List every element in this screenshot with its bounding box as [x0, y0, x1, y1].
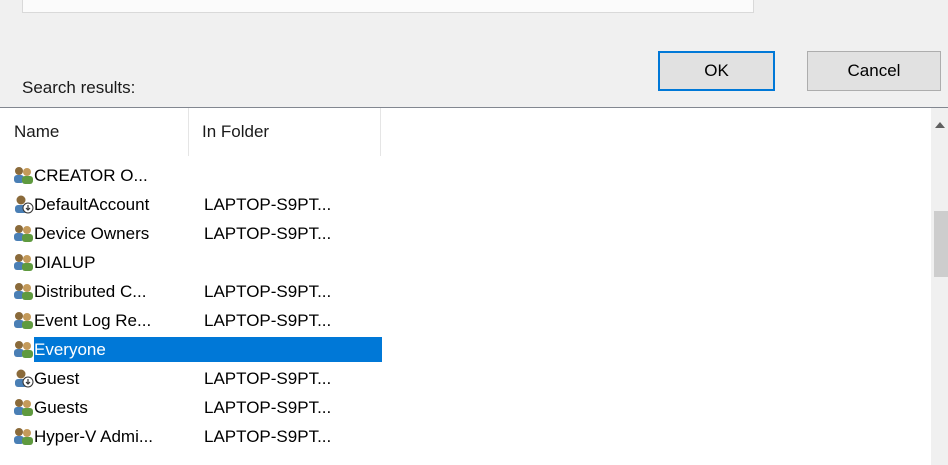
vertical-scrollbar[interactable]: [931, 108, 948, 465]
result-name: Hyper-V Admi...: [34, 426, 154, 446]
result-folder: LAPTOP-S9PT...: [204, 310, 332, 330]
result-row[interactable]: DefaultAccount LAPTOP-S9PT...: [0, 190, 940, 219]
group-icon: [12, 396, 34, 418]
result-folder: LAPTOP-S9PT...: [204, 194, 332, 214]
result-name: Guest: [34, 368, 80, 388]
column-header-in-folder[interactable]: In Folder: [190, 108, 381, 156]
criteria-panel: [22, 0, 754, 13]
result-folder: LAPTOP-S9PT...: [204, 281, 332, 301]
result-name: Event Log Re...: [34, 310, 152, 330]
search-results-label: Search results:: [22, 78, 136, 97]
group-icon: [12, 222, 34, 244]
result-name: Device Owners: [34, 223, 150, 243]
result-name: Guests: [34, 397, 88, 417]
result-row[interactable]: Everyone: [0, 335, 940, 364]
result-folder: LAPTOP-S9PT...: [204, 223, 332, 243]
user-icon: [12, 193, 34, 215]
results-rows: CREATOR O... DefaultAccount LAPTOP-S9PT...…: [0, 161, 940, 451]
result-row[interactable]: Guests LAPTOP-S9PT...: [0, 393, 940, 422]
group-icon: [12, 425, 34, 447]
cancel-button[interactable]: Cancel: [807, 51, 941, 91]
result-folder: LAPTOP-S9PT...: [204, 368, 332, 388]
result-row[interactable]: Distributed C... LAPTOP-S9PT...: [0, 277, 940, 306]
group-icon: [12, 251, 34, 273]
group-icon: [12, 338, 34, 360]
column-header-name[interactable]: Name: [0, 108, 189, 156]
result-name: CREATOR O...: [34, 165, 148, 185]
group-icon: [12, 164, 34, 186]
search-results-list[interactable]: Name In Folder CREATOR O... DefaultAccoun…: [0, 107, 948, 465]
result-name: Distributed C...: [34, 281, 147, 301]
result-row[interactable]: Hyper-V Admi... LAPTOP-S9PT...: [0, 422, 940, 451]
result-row[interactable]: CREATOR O...: [0, 161, 940, 190]
result-name: DIALUP: [34, 252, 96, 272]
result-folder: LAPTOP-S9PT...: [204, 397, 332, 417]
select-users-dialog: Search results: OK Cancel Name In Folder…: [0, 0, 948, 465]
user-icon: [12, 367, 34, 389]
group-icon: [12, 309, 34, 331]
result-folder: LAPTOP-S9PT...: [204, 426, 332, 446]
scroll-up-arrow-icon[interactable]: [935, 122, 945, 128]
result-row[interactable]: Guest LAPTOP-S9PT...: [0, 364, 940, 393]
result-name: Everyone: [34, 339, 106, 359]
result-row[interactable]: Event Log Re... LAPTOP-S9PT...: [0, 306, 940, 335]
result-row[interactable]: Device Owners LAPTOP-S9PT...: [0, 219, 940, 248]
result-row[interactable]: DIALUP: [0, 248, 940, 277]
result-name: DefaultAccount: [34, 194, 150, 214]
scroll-thumb[interactable]: [934, 211, 948, 277]
group-icon: [12, 280, 34, 302]
ok-button[interactable]: OK: [658, 51, 775, 91]
